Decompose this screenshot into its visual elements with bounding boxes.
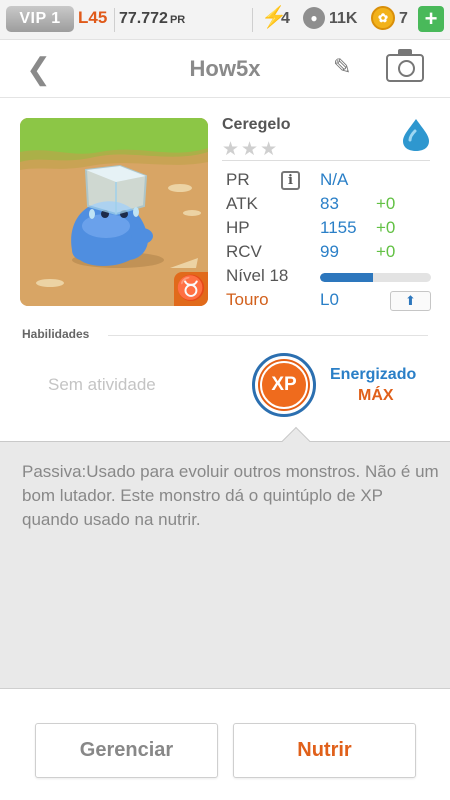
level-label: Nível 18 [226, 266, 289, 285]
energy-count: 4 [281, 10, 290, 27]
water-drop-icon [403, 119, 429, 151]
stat-label: ATK [226, 194, 258, 213]
stat-bonus: +0 [376, 194, 396, 213]
add-currency-button[interactable]: + [418, 6, 444, 32]
player-level: L45 [78, 8, 108, 27]
stat-value: 99 [320, 242, 339, 261]
stat-bonus: +0 [376, 218, 396, 237]
divider [108, 335, 428, 336]
divider [252, 8, 253, 32]
xp-badge-label: XP [260, 361, 308, 409]
divider [222, 160, 430, 161]
energized-level: MÁX [358, 387, 394, 404]
stat-row-pr: PR i N/A [226, 170, 432, 194]
info-icon[interactable]: i [281, 171, 300, 190]
paw-food-icon: ● [303, 7, 325, 29]
player-power-unit: PR [169, 14, 186, 26]
description-panel: Passiva:Usado para evoluir outros monstr… [0, 441, 450, 689]
player-power-value: 77.772 [119, 10, 168, 27]
camera-icon[interactable] [386, 49, 424, 82]
food-count: 11K [329, 10, 358, 27]
stat-value: N/A [320, 170, 349, 189]
vip-badge[interactable]: VIP 1 [6, 6, 74, 32]
xp-badge[interactable]: XP [252, 353, 316, 417]
coin-icon: ✿ [371, 6, 395, 30]
taurus-zodiac-icon: ♉ [174, 272, 208, 306]
feed-button[interactable]: Nutrir [233, 723, 416, 778]
description-text: Passiva:Usado para evoluir outros monstr… [22, 462, 439, 529]
manage-button[interactable]: Gerenciar [35, 723, 218, 778]
level-progress-fill [320, 273, 374, 282]
stats-table: PR i N/A ATK 83 +0 HP 1155 +0 RCV 99 +0 … [226, 170, 432, 314]
abilities-title: Habilidades [22, 327, 90, 341]
zodiac-label: Touro [226, 290, 269, 309]
page-title: How5x [189, 56, 261, 81]
stat-row-atk: ATK 83 +0 [226, 194, 432, 218]
stat-label: HP [226, 218, 250, 237]
stat-label: PR [226, 170, 250, 189]
stat-row-rcv: RCV 99 +0 [226, 242, 432, 266]
stat-bonus: +0 [376, 242, 396, 261]
player-power: 77.772 PR [119, 10, 185, 28]
zodiac-row: Touro L0 ⬆ [226, 290, 432, 314]
coin-count: 7 [399, 10, 408, 27]
divider [114, 8, 115, 32]
energized-status: Energizado [330, 366, 417, 383]
level-progress-bar [320, 273, 431, 282]
edit-pencil-icon[interactable]: ✎ [333, 54, 351, 80]
level-row: Nível 18 [226, 266, 432, 290]
status-bar: VIP 1 L45 77.772 PR ⚡ 4 ● 11K ✿ 7 + [0, 0, 450, 40]
zodiac-level: L0 [320, 290, 339, 309]
rarity-stars: ★★★ [222, 139, 280, 160]
monster-portrait: ♉ [20, 118, 208, 306]
stat-label: RCV [226, 242, 262, 261]
monster-name: Ceregelo [222, 116, 291, 133]
stat-value: 1155 [320, 218, 357, 237]
zodiac-upgrade-button[interactable]: ⬆ [390, 291, 431, 311]
stat-row-hp: HP 1155 +0 [226, 218, 432, 242]
no-activity-text: Sem atividade [48, 375, 156, 394]
header: ❮ How5x ✎ [0, 40, 450, 98]
stat-value: 83 [320, 194, 339, 213]
